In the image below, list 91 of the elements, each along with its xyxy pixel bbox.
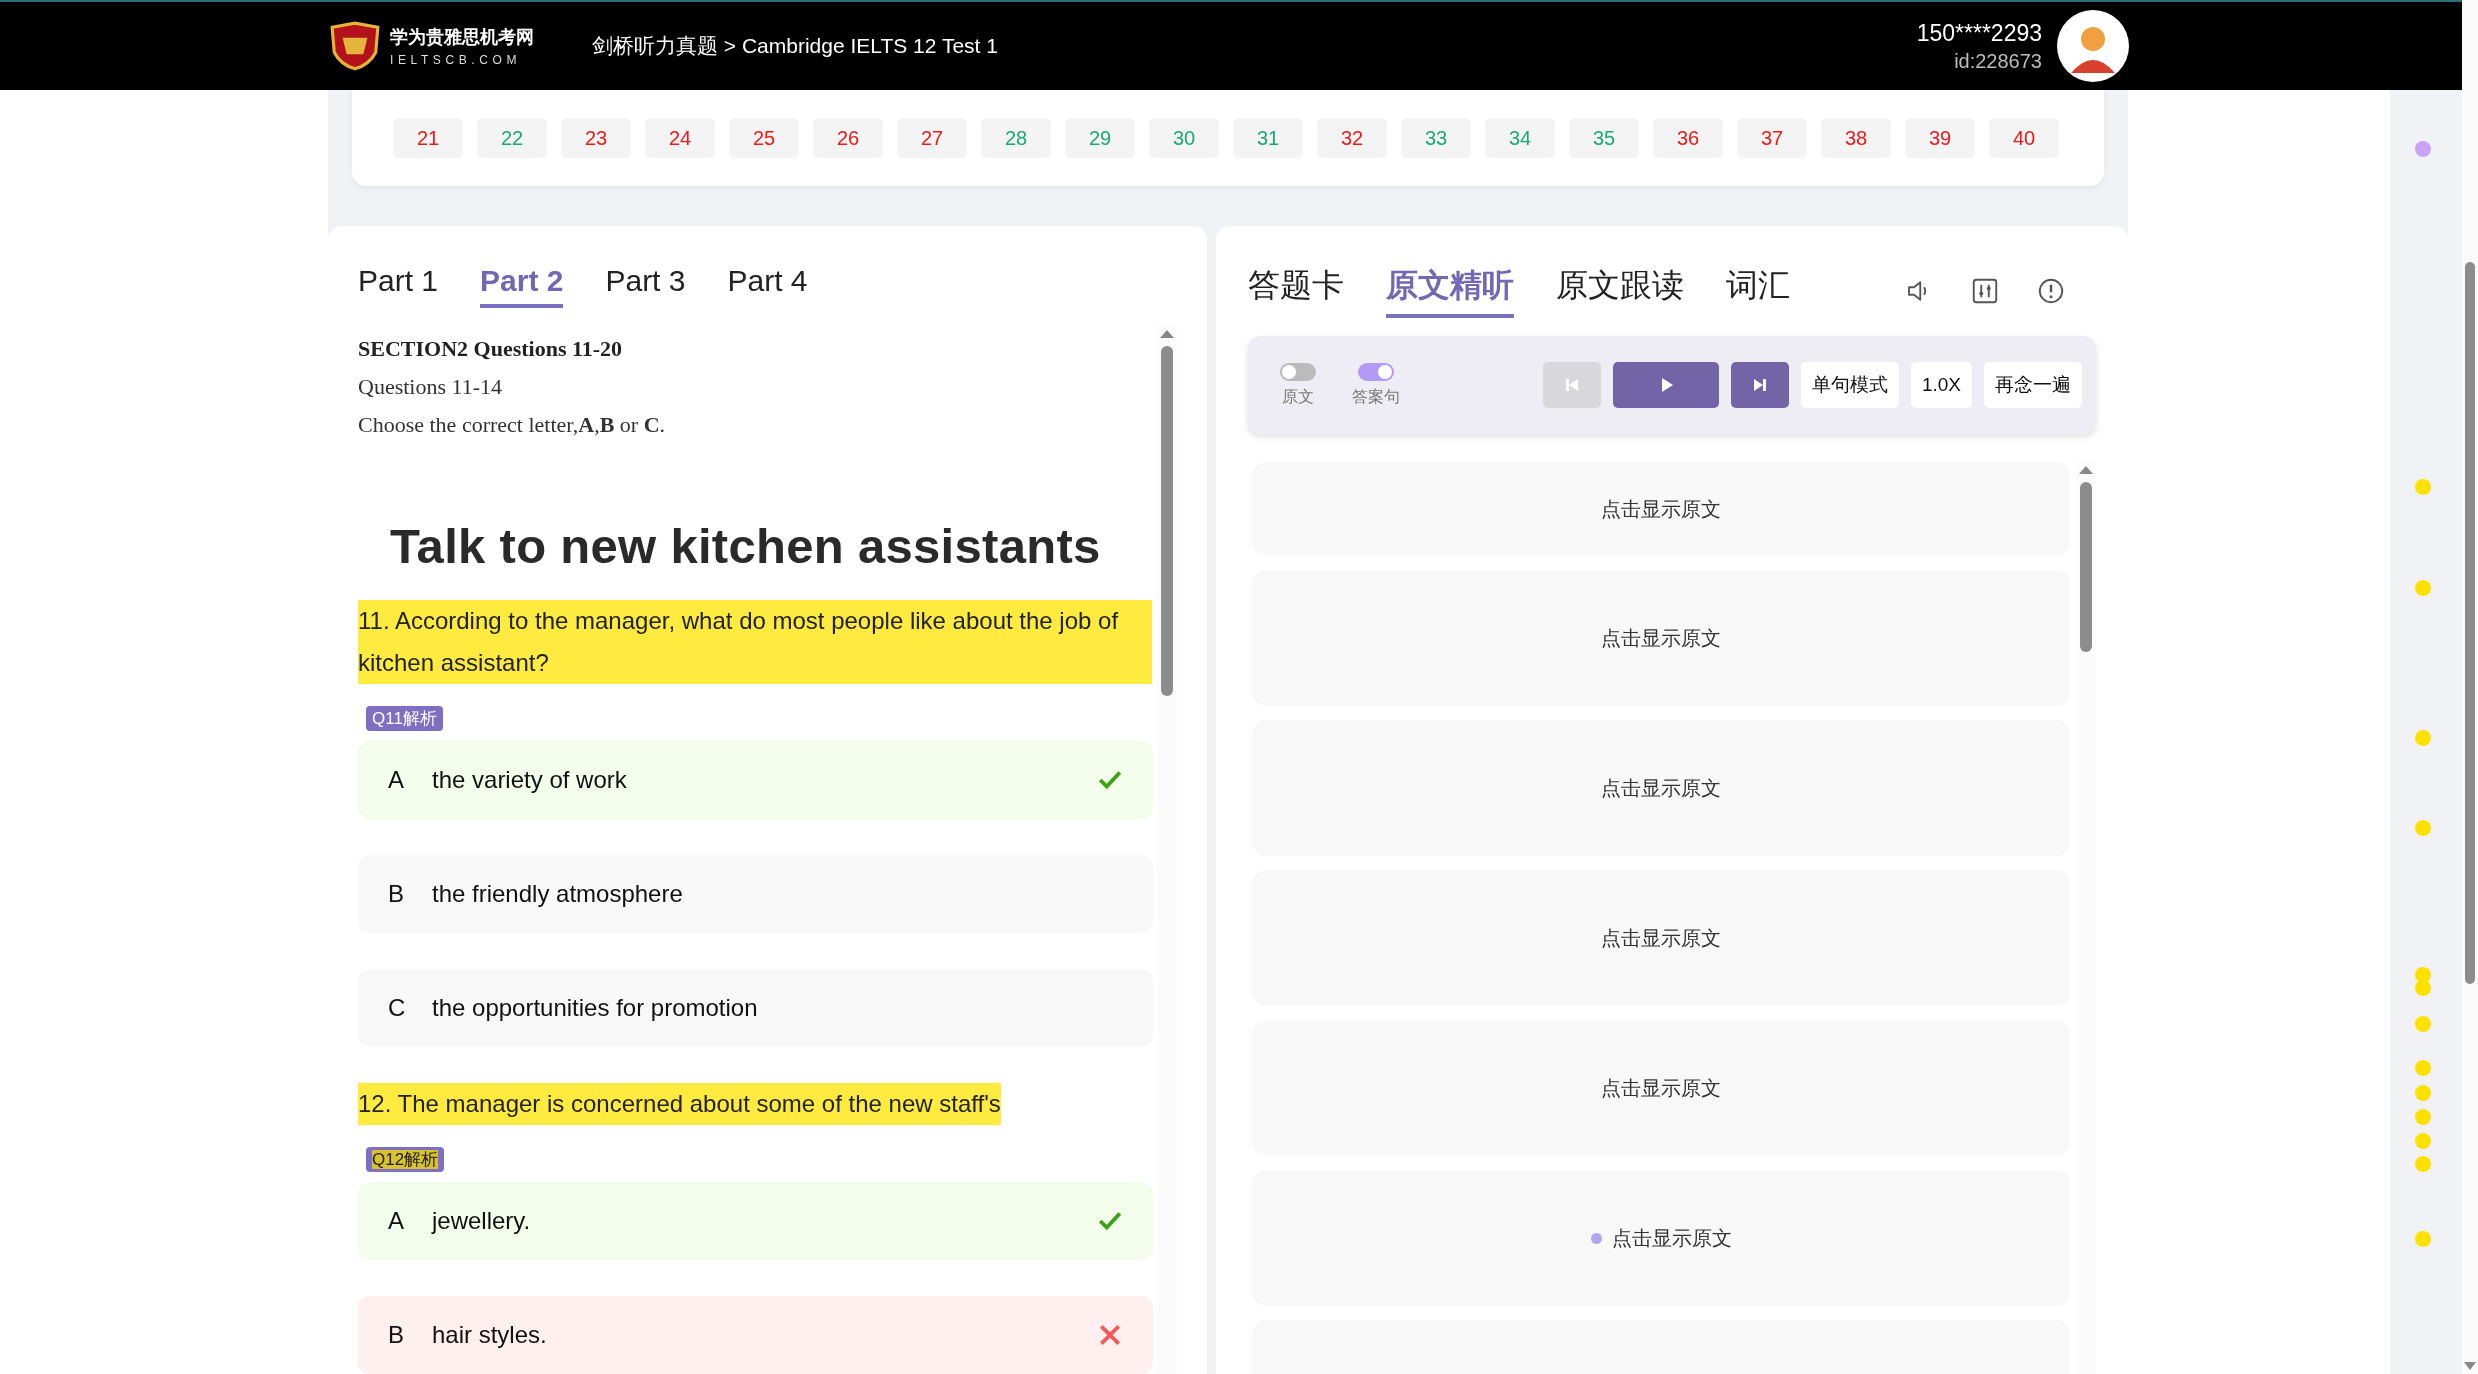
- info-icon[interactable]: [2036, 276, 2066, 306]
- scrollbar[interactable]: [1157, 326, 1177, 1374]
- tab[interactable]: Part 3: [605, 264, 686, 308]
- marker-dot[interactable]: [2415, 820, 2431, 836]
- site-domain[interactable]: IELTSCB.COM: [390, 53, 534, 67]
- option-text: jewellery.: [432, 1207, 531, 1235]
- breadcrumb: 剑桥听力真题 > Cambridge IELTS 12 Test 1: [592, 33, 998, 59]
- question-number-button[interactable]: 32: [1317, 118, 1387, 158]
- marker-dot[interactable]: [2415, 479, 2431, 495]
- marker-dot[interactable]: [2415, 1156, 2431, 1172]
- marker-dot[interactable]: [2415, 730, 2431, 746]
- transcript-card[interactable]: 点击显示原文: [1252, 462, 2070, 556]
- show-transcript-text: 点击显示原文: [1601, 925, 1721, 951]
- option-text: the friendly atmosphere: [432, 880, 683, 908]
- tab[interactable]: 原文精听: [1386, 264, 1514, 318]
- tab[interactable]: 词汇: [1726, 264, 1790, 318]
- toggle-label: 原文: [1282, 386, 1314, 407]
- page-scrollbar[interactable]: [2462, 0, 2478, 1374]
- question-number-button[interactable]: 37: [1737, 118, 1807, 158]
- tab[interactable]: Part 4: [727, 264, 808, 308]
- question-number-button[interactable]: 36: [1653, 118, 1723, 158]
- option-text: the opportunities for promotion: [432, 994, 758, 1022]
- transcript-card[interactable]: 点击显示原文: [1252, 570, 2070, 706]
- avatar-icon[interactable]: [2056, 9, 2130, 83]
- tab[interactable]: 答题卡: [1248, 264, 1344, 318]
- question-number-button[interactable]: 38: [1821, 118, 1891, 158]
- marker-dot[interactable]: [2415, 1109, 2431, 1125]
- transcript-card[interactable]: 点击显示原文: [1252, 1170, 2070, 1306]
- marker-dot[interactable]: [2415, 1133, 2431, 1149]
- scrollbar[interactable]: [2076, 462, 2096, 1374]
- show-transcript-text: 点击显示原文: [1611, 1225, 1732, 1251]
- option-text: hair styles.: [432, 1321, 547, 1349]
- option-letter: B: [388, 1321, 405, 1349]
- user-id: id:228673: [1954, 49, 2042, 73]
- answer-option[interactable]: C the opportunities for promotion: [358, 969, 1153, 1047]
- show-transcript-text: 点击显示原文: [1601, 625, 1721, 651]
- toggle-switch[interactable]: [1280, 362, 1316, 381]
- question-number-button[interactable]: 24: [645, 118, 715, 158]
- marker-dot[interactable]: [2415, 1060, 2431, 1076]
- option-letter: C: [388, 994, 407, 1022]
- option-letter: A: [388, 1207, 405, 1235]
- transcript-card[interactable]: 点击显示原文: [1252, 870, 2070, 1006]
- question-text: 12. The manager is concerned about some of the new staff's: [358, 1083, 1001, 1125]
- heading-image-text: Talk to new kitchen assistants: [390, 518, 1102, 574]
- tab[interactable]: 原文跟读: [1556, 264, 1684, 318]
- answer-option[interactable]: A the variety of work: [358, 741, 1153, 819]
- marker-dot[interactable]: [2415, 1016, 2431, 1032]
- question-number-button[interactable]: 25: [729, 118, 799, 158]
- play-button[interactable]: [1612, 362, 1719, 408]
- analysis-tag[interactable]: Q11解析: [366, 706, 443, 731]
- marker-dot[interactable]: [2415, 1231, 2431, 1247]
- answer-option[interactable]: B hair styles.: [358, 1296, 1153, 1374]
- shield-logo-icon[interactable]: [328, 21, 382, 71]
- instruction-text: Choose the correct letter,A,B or C.: [358, 412, 667, 438]
- toggle-switch[interactable]: [1358, 362, 1394, 381]
- tab[interactable]: Part 1: [358, 264, 439, 308]
- question-number-button[interactable]: 27: [897, 118, 967, 158]
- question-number-button[interactable]: 26: [813, 118, 883, 158]
- player-option-button[interactable]: 1.0X: [1910, 362, 1972, 408]
- player-option-button[interactable]: 单句模式: [1800, 362, 1899, 408]
- cross-icon: [1097, 1322, 1123, 1348]
- answer-option[interactable]: A jewellery.: [358, 1182, 1153, 1260]
- tab[interactable]: Part 2: [480, 264, 564, 308]
- show-transcript-text: 点击显示原文: [1601, 775, 1721, 801]
- next-button[interactable]: [1730, 362, 1789, 408]
- toggle-label: 答案句: [1352, 386, 1400, 407]
- option-text: the variety of work: [432, 766, 627, 794]
- user-phone: 150****2293: [1916, 19, 2042, 47]
- show-transcript-text: 点击显示原文: [1601, 496, 1721, 522]
- transcript-card[interactable]: 点击显示原文: [1252, 720, 2070, 856]
- transcript-card[interactable]: 点击显示原文: [1252, 1020, 2070, 1156]
- question-number-button[interactable]: 40: [1989, 118, 2059, 158]
- option-letter: B: [388, 880, 405, 908]
- show-transcript-text: 点击显示原文: [1601, 1075, 1721, 1101]
- marker-dot[interactable]: [2415, 1085, 2431, 1101]
- answer-option[interactable]: B the friendly atmosphere: [358, 855, 1153, 933]
- section-title: SECTION2 Questions 11-20: [358, 336, 624, 362]
- question-text: 11. According to the manager, what do most people like about the job of kitchen assistant?: [358, 600, 1152, 684]
- option-letter: A: [388, 766, 405, 794]
- question-number-button[interactable]: 21: [393, 118, 463, 158]
- equalizer-icon[interactable]: [1970, 276, 2000, 306]
- analysis-tag[interactable]: Q12解析: [366, 1147, 445, 1172]
- question-number-button[interactable]: 39: [1905, 118, 1975, 158]
- question-number-button[interactable]: 23: [561, 118, 631, 158]
- marker-dot[interactable]: [2415, 141, 2431, 157]
- marker-dot[interactable]: [2415, 580, 2431, 596]
- marker-dot[interactable]: [2415, 980, 2431, 996]
- question-range: Questions 11-14: [358, 374, 503, 400]
- marker-dot[interactable]: [2415, 967, 2431, 983]
- player-option-button[interactable]: 再念一遍: [1984, 362, 2082, 408]
- site-name[interactable]: 学为贵雅思机考网: [390, 25, 534, 49]
